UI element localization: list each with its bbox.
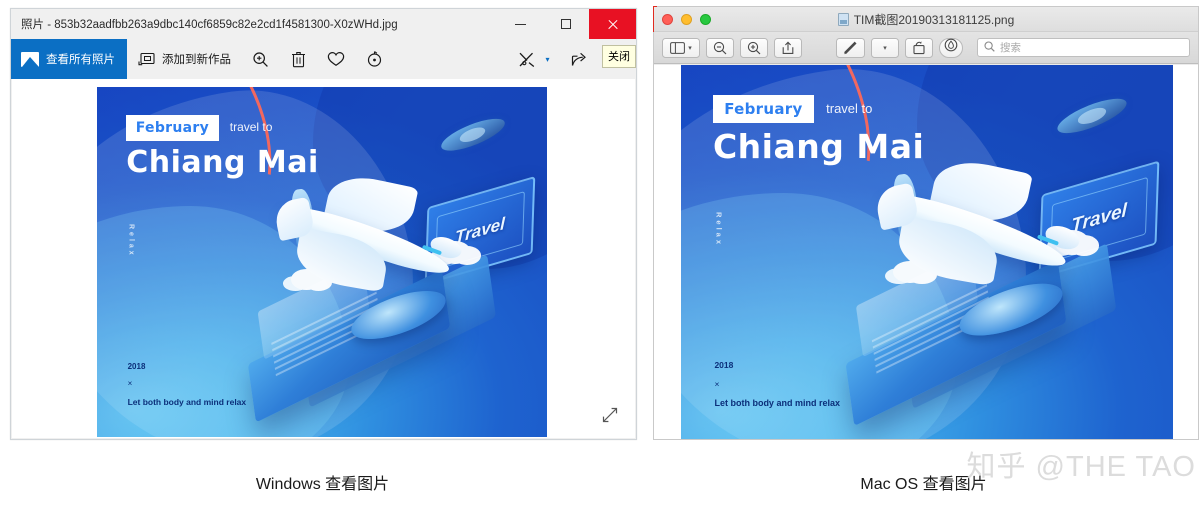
trash-icon <box>289 50 307 68</box>
poster-relax-vertical: Relax <box>127 223 135 258</box>
poster-month-label: February <box>135 120 209 137</box>
poster-image-windows: Travel February travel to Chiang Mai Rel… <box>97 87 547 437</box>
add-to-creation-button[interactable]: 添加到新作品 <box>127 39 241 79</box>
maximize-button[interactable] <box>543 9 589 39</box>
chevron-down-icon: ▾ <box>883 44 887 52</box>
poster-month-label: February <box>724 100 803 119</box>
rotate-icon <box>365 50 383 68</box>
windows-toolbar: 查看所有照片 添加到新作品 ▾ <box>11 39 636 79</box>
poster-airplane <box>868 151 1084 309</box>
markup-pen-icon <box>843 41 858 55</box>
chevron-down-icon: ▾ <box>545 54 550 64</box>
mac-viewer-pane: TIM截图20190313181125.png ▾ ▾ 搜索 Travel Fe… <box>645 0 1202 516</box>
search-icon <box>984 39 995 57</box>
view-all-photos-button[interactable]: 查看所有照片 <box>11 39 127 79</box>
search-input[interactable]: 搜索 <box>977 38 1190 57</box>
chevron-down-icon: ▾ <box>688 44 692 52</box>
poster-separator-label: × <box>714 378 720 389</box>
poster-tagline-label: Let both body and mind relax <box>714 397 840 408</box>
comparison-stage: 照片 - 853b32aadfbb263a9dbc140cf6859c82e2c… <box>0 0 1202 516</box>
maximize-icon <box>561 19 571 29</box>
mac-toolbar: ▾ ▾ 搜索 <box>654 32 1198 64</box>
minimize-icon <box>514 23 526 25</box>
poster-airplane <box>268 168 466 315</box>
heart-icon <box>327 50 345 68</box>
poster-city-label: Chiang Mai <box>712 127 925 167</box>
rotate-button[interactable] <box>355 39 393 79</box>
mac-traffic-lights <box>662 14 711 25</box>
windows-photo-window: 照片 - 853b32aadfbb263a9dbc140cf6859c82e2c… <box>10 8 637 440</box>
poster-separator-label: × <box>127 379 133 389</box>
zoom-button[interactable] <box>241 39 279 79</box>
mac-minimize-button[interactable] <box>681 14 692 25</box>
add-to-creation-icon <box>137 50 155 68</box>
markup-dropdown-button[interactable]: ▾ <box>871 37 899 58</box>
document-icon <box>837 12 849 26</box>
photos-icon <box>21 51 39 67</box>
expand-diagonal-icon[interactable] <box>601 406 619 424</box>
zoom-in-button[interactable] <box>740 37 768 58</box>
rotate-left-icon <box>912 41 926 55</box>
magnifier-plus-icon <box>747 41 761 55</box>
window-caption-buttons <box>497 9 636 39</box>
share-button[interactable] <box>774 37 802 58</box>
window-title: 照片 - 853b32aadfbb263a9dbc140cf6859c82e2c… <box>21 19 398 31</box>
edit-create-icon <box>518 50 536 68</box>
close-icon <box>607 18 619 30</box>
annotate-button[interactable] <box>939 37 963 58</box>
mac-close-button[interactable] <box>662 14 673 25</box>
minimize-button[interactable] <box>497 9 543 39</box>
share-button[interactable] <box>560 39 598 79</box>
windows-image-canvas[interactable]: Travel February travel to Chiang Mai Rel… <box>12 79 635 438</box>
poster-city-label: Chiang Mai <box>126 144 319 180</box>
poster-tagline-label: Let both body and mind relax <box>127 396 247 407</box>
mac-window-title-wrap: TIM截图20190313181125.png <box>654 11 1198 28</box>
mac-image-canvas[interactable]: Travel February travel to Chiang Mai Rel… <box>654 65 1198 439</box>
poster-image-mac: Travel February travel to Chiang Mai Rel… <box>681 65 1173 439</box>
share-icon <box>570 50 588 68</box>
annotate-icon <box>944 38 958 57</box>
close-tooltip: 关闭 <box>602 45 636 68</box>
poster-month-box: February <box>126 115 219 142</box>
poster-travel-to-label: travel to <box>826 100 873 116</box>
mac-preview-window: TIM截图20190313181125.png ▾ ▾ 搜索 Travel Fe… <box>653 6 1199 440</box>
poster-relax-vertical: Relax <box>714 211 724 247</box>
add-to-creation-label: 添加到新作品 <box>162 54 231 66</box>
watermark: 知乎 @THE TAO <box>966 451 1196 483</box>
search-placeholder: 搜索 <box>1000 42 1021 54</box>
poster-year-label: 2018 <box>127 361 146 371</box>
zoom-out-button[interactable] <box>706 37 734 58</box>
markup-button[interactable] <box>836 37 865 58</box>
windows-titlebar[interactable]: 照片 - 853b32aadfbb263a9dbc140cf6859c82e2c… <box>11 9 636 68</box>
favorite-button[interactable] <box>317 39 355 79</box>
delete-button[interactable] <box>279 39 317 79</box>
windows-pane-caption: Windows 查看图片 <box>255 476 390 493</box>
magnifier-plus-icon <box>251 50 269 68</box>
poster-travel-to-label: travel to <box>229 120 273 135</box>
view-all-photos-label: 查看所有照片 <box>46 54 115 66</box>
close-button[interactable] <box>589 9 636 39</box>
mac-titlebar[interactable]: TIM截图20190313181125.png <box>654 7 1198 32</box>
share-up-icon <box>782 41 794 55</box>
windows-viewer-pane: 照片 - 853b32aadfbb263a9dbc140cf6859c82e2c… <box>0 0 645 516</box>
poster-month-box: February <box>712 95 814 124</box>
poster-year-label: 2018 <box>714 360 734 371</box>
sidebar-icon <box>670 41 686 54</box>
mac-zoom-button[interactable] <box>700 14 711 25</box>
mac-window-title: TIM截图20190313181125.png <box>853 12 1015 27</box>
sidebar-toggle-button[interactable]: ▾ <box>662 37 700 58</box>
rotate-button[interactable] <box>905 37 933 58</box>
magnifier-minus-icon <box>713 41 727 55</box>
edit-create-button[interactable]: ▾ <box>508 39 559 79</box>
